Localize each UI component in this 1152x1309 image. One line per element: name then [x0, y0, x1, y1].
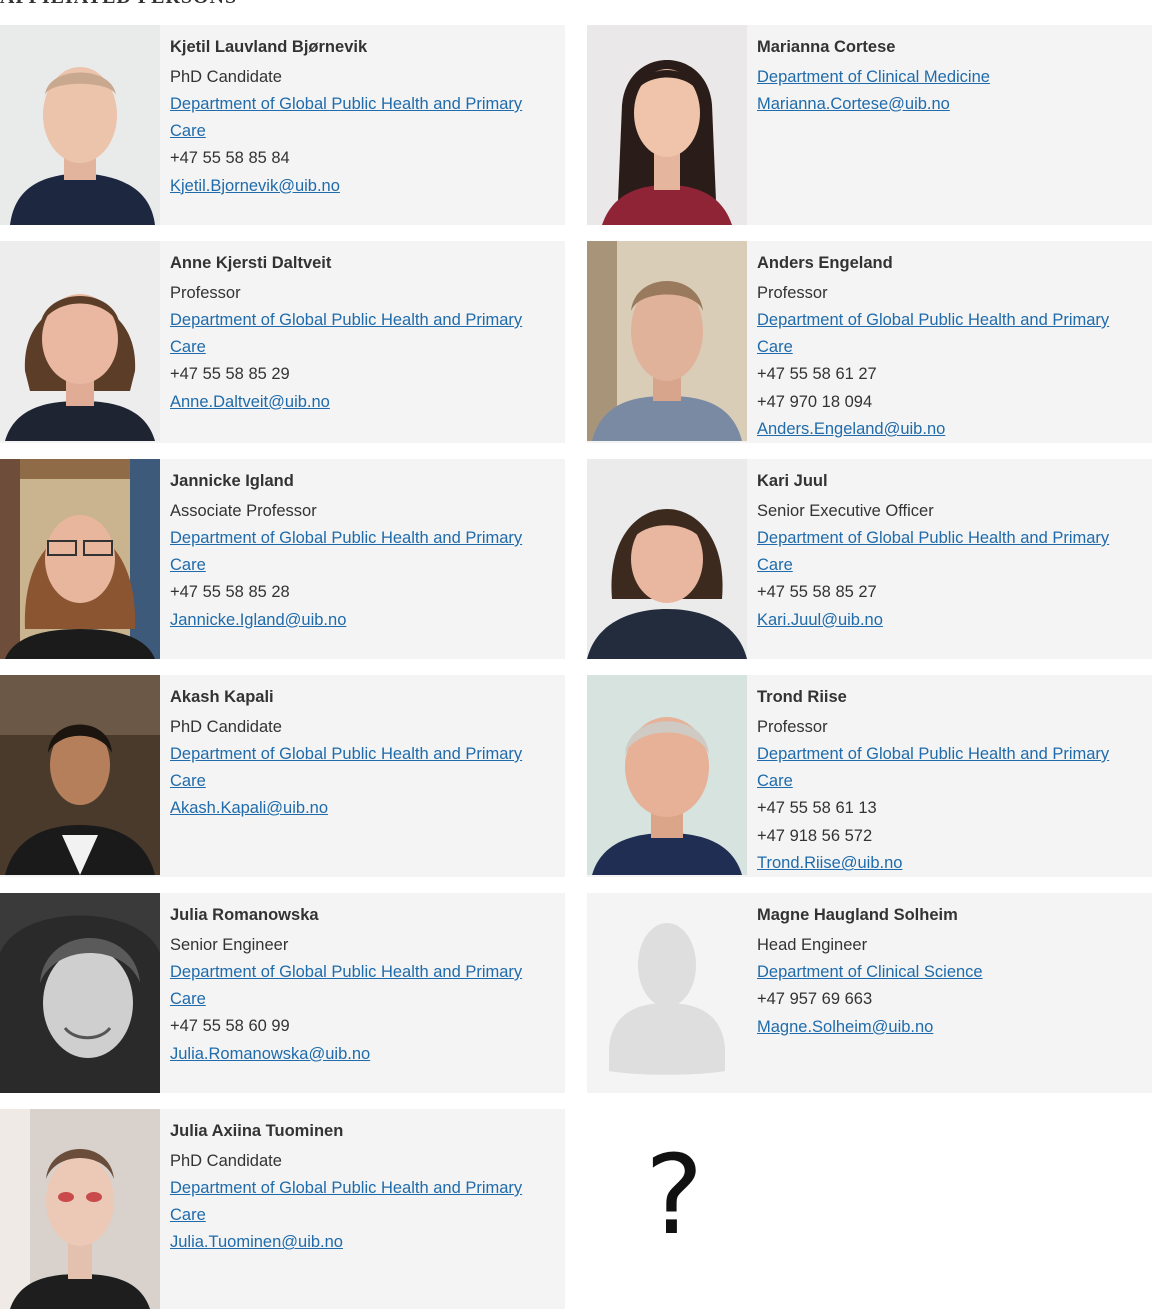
email-link[interactable]: Marianna.Cortese@uib.no — [757, 91, 1142, 119]
person-info: Julia Romanowska Senior Engineer Departm… — [160, 893, 565, 1093]
phone-number: +47 55 58 85 29 — [170, 365, 290, 383]
affiliated-persons-page: AFFILIATED PERSONS Kjetil Lauvland Bjørn… — [0, 0, 1152, 1309]
person-info: Jannicke Igland Associate Professor Depa… — [160, 459, 565, 659]
person-photo[interactable] — [0, 459, 160, 659]
question-mark: ? — [645, 1131, 704, 1259]
department-link[interactable]: Department of Clinical Medicine — [757, 64, 1142, 91]
phone-number: +47 957 69 663 — [757, 990, 873, 1008]
phone-number: +47 55 58 61 13 — [757, 799, 877, 817]
person-name: Akash Kapali — [170, 688, 274, 706]
avatar-placeholder-icon[interactable] — [587, 893, 747, 1093]
person-name: Jannicke Igland — [170, 472, 294, 490]
person-title: Associate Professor — [170, 501, 317, 520]
phone-number: +47 918 56 572 — [757, 826, 873, 845]
department-link[interactable]: Department of Global Public Health and P… — [757, 307, 1142, 361]
person-photo[interactable] — [587, 675, 747, 875]
person-name: Julia Romanowska — [170, 906, 319, 924]
department-link[interactable]: Department of Global Public Health and P… — [170, 959, 555, 1013]
email-link[interactable]: Magne.Solheim@uib.no — [757, 1014, 1142, 1042]
person-photo[interactable] — [0, 25, 160, 225]
person-title: Professor — [757, 717, 828, 736]
person-name: Julia Axiina Tuominen — [170, 1122, 344, 1140]
person-info: Trond Riise Professor Department of Glob… — [747, 675, 1152, 877]
department-link[interactable]: Department of Global Public Health and P… — [170, 307, 555, 361]
person-title: Professor — [170, 283, 241, 302]
person-card: Magne Haugland Solheim Head Engineer Dep… — [587, 893, 1152, 1093]
phone-number: +47 55 58 85 27 — [757, 583, 877, 601]
person-name: Anne Kjersti Daltveit — [170, 254, 332, 272]
person-info: Julia Axiina Tuominen PhD Candidate Depa… — [160, 1109, 565, 1309]
department-link[interactable]: Department of Global Public Health and P… — [757, 741, 1142, 795]
person-photo[interactable] — [587, 25, 747, 225]
email-link[interactable]: Anders.Engeland@uib.no — [757, 416, 1142, 444]
department-link[interactable]: Department of Global Public Health and P… — [170, 91, 555, 145]
person-info: Anders Engeland Professor Department of … — [747, 241, 1152, 443]
email-link[interactable]: Julia.Tuominen@uib.no — [170, 1229, 555, 1257]
person-card: Anders Engeland Professor Department of … — [587, 241, 1152, 443]
person-photo[interactable] — [0, 675, 160, 875]
person-photo[interactable] — [587, 459, 747, 659]
person-name: Magne Haugland Solheim — [757, 906, 958, 924]
person-photo[interactable] — [587, 241, 747, 441]
person-name: Anders Engeland — [757, 254, 893, 272]
person-photo[interactable] — [0, 241, 160, 441]
phone-number: +47 55 58 85 84 — [170, 149, 290, 167]
phone-number: +47 970 18 094 — [757, 392, 873, 411]
email-link[interactable]: Kari.Juul@uib.no — [757, 607, 1142, 635]
person-card: Julia Romanowska Senior Engineer Departm… — [0, 893, 565, 1093]
person-photo[interactable] — [0, 893, 160, 1093]
email-link[interactable]: Anne.Daltveit@uib.no — [170, 389, 555, 417]
email-link[interactable]: Jannicke.Igland@uib.no — [170, 607, 555, 635]
person-info: Magne Haugland Solheim Head Engineer Dep… — [747, 893, 1152, 1093]
person-card: Marianna Cortese Department of Clinical … — [587, 25, 1152, 225]
person-card: Trond Riise Professor Department of Glob… — [587, 675, 1152, 877]
email-link[interactable]: Julia.Romanowska@uib.no — [170, 1041, 555, 1069]
person-title: Senior Executive Officer — [757, 501, 934, 520]
person-card: Julia Axiina Tuominen PhD Candidate Depa… — [0, 1109, 565, 1309]
person-photo[interactable] — [0, 1109, 160, 1309]
department-link[interactable]: Department of Global Public Health and P… — [170, 1175, 555, 1229]
person-title: PhD Candidate — [170, 717, 282, 736]
department-link[interactable]: Department of Global Public Health and P… — [170, 525, 555, 579]
phone-number: +47 55 58 60 99 — [170, 1017, 290, 1035]
person-name: Kari Juul — [757, 472, 828, 490]
email-link[interactable]: Trond.Riise@uib.no — [757, 850, 1142, 878]
person-card: Kjetil Lauvland Bjørnevik PhD Candidate … — [0, 25, 565, 225]
person-card: Jannicke Igland Associate Professor Depa… — [0, 459, 565, 659]
person-info: Marianna Cortese Department of Clinical … — [747, 25, 1152, 225]
person-name: Kjetil Lauvland Bjørnevik — [170, 38, 368, 56]
person-info: Kjetil Lauvland Bjørnevik PhD Candidate … — [160, 25, 565, 225]
person-name: Marianna Cortese — [757, 38, 896, 56]
person-name: Trond Riise — [757, 688, 847, 706]
email-link[interactable]: Akash.Kapali@uib.no — [170, 795, 555, 823]
department-link[interactable]: Department of Global Public Health and P… — [757, 525, 1142, 579]
person-title: Professor — [757, 283, 828, 302]
person-info: Kari Juul Senior Executive Officer Depar… — [747, 459, 1152, 659]
person-title: Head Engineer — [757, 935, 868, 954]
department-link[interactable]: Department of Clinical Science — [757, 959, 1142, 986]
phone-number: +47 55 58 61 27 — [757, 365, 877, 383]
person-title: PhD Candidate — [170, 1151, 282, 1170]
person-info: Anne Kjersti Daltveit Professor Departme… — [160, 241, 565, 443]
person-title: PhD Candidate — [170, 67, 282, 86]
person-card: Anne Kjersti Daltveit Professor Departme… — [0, 241, 565, 443]
section-heading: AFFILIATED PERSONS — [0, 0, 237, 9]
department-link[interactable]: Department of Global Public Health and P… — [170, 741, 555, 795]
phone-number: +47 55 58 85 28 — [170, 583, 290, 601]
person-card: Kari Juul Senior Executive Officer Depar… — [587, 459, 1152, 659]
person-info: Akash Kapali PhD Candidate Department of… — [160, 675, 565, 877]
email-link[interactable]: Kjetil.Bjornevik@uib.no — [170, 173, 555, 201]
person-title: Senior Engineer — [170, 935, 289, 954]
person-card: Akash Kapali PhD Candidate Department of… — [0, 675, 565, 877]
